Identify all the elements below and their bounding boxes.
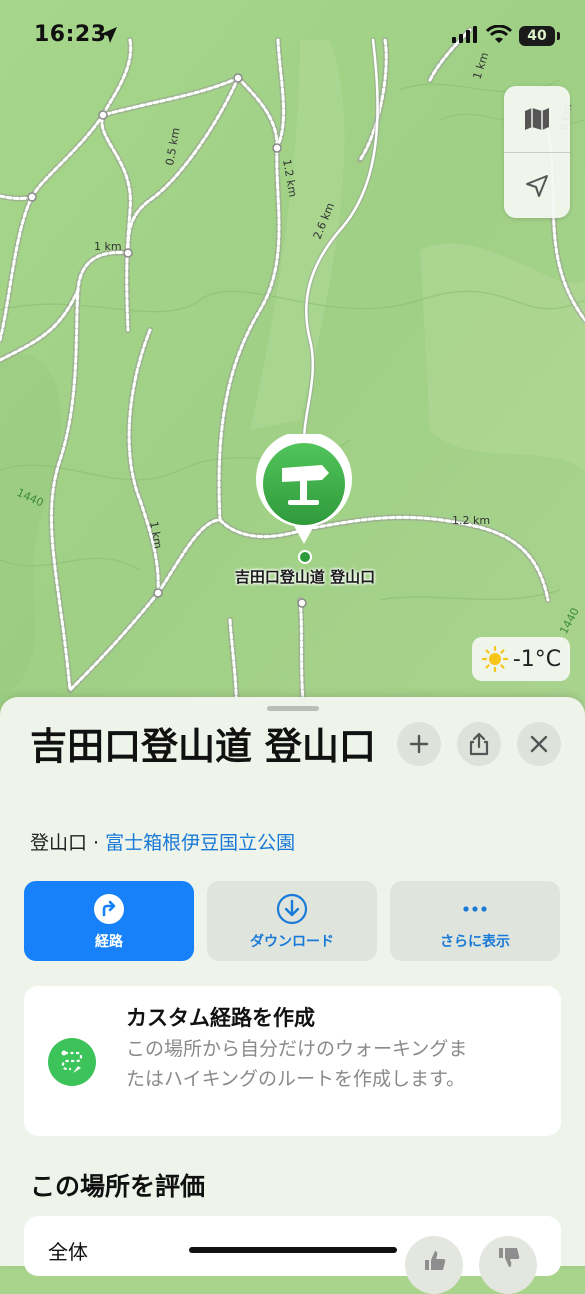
thumbs-up-icon	[425, 1251, 446, 1270]
battery-tip	[557, 32, 560, 40]
rating-card: 全体	[24, 1216, 561, 1294]
route-arrow-icon	[94, 894, 124, 924]
place-title: 吉田口登山道 登山口	[30, 725, 376, 768]
current-location-button[interactable]	[504, 153, 570, 219]
status-bar: 16:23 40	[0, 0, 585, 70]
custom-route-title: カスタム経路を作成	[126, 1006, 315, 1030]
distance-label: 1.2 km	[452, 514, 490, 527]
more-button[interactable]: さらに表示	[390, 881, 560, 961]
close-icon	[530, 735, 548, 753]
battery-indicator: 40	[519, 26, 555, 46]
share-button[interactable]	[457, 722, 501, 766]
sun-icon	[481, 645, 508, 673]
weather-badge: -1°C	[472, 637, 570, 681]
park-link[interactable]: 富士箱根伊豆国立公園	[105, 832, 295, 854]
temperature: -1°C	[512, 646, 562, 672]
map-controls	[504, 86, 570, 218]
more-icon	[463, 906, 487, 912]
distance-label: 1 km	[94, 240, 122, 253]
download-button[interactable]: ダウンロード	[207, 881, 377, 961]
sheet-grabber[interactable]	[267, 706, 319, 711]
trailhead-pin[interactable]	[254, 434, 354, 546]
wifi-icon	[486, 25, 512, 43]
separator: ·	[87, 832, 106, 854]
thumbs-down-button[interactable]	[479, 1236, 537, 1294]
home-indicator[interactable]	[189, 1247, 397, 1253]
place-category: 登山口	[30, 832, 88, 854]
directions-label: 経路	[95, 934, 123, 950]
overall-label: 全体	[48, 1240, 88, 1264]
clock: 16:23	[34, 22, 107, 47]
map-mode-button[interactable]	[504, 86, 570, 152]
place-subtitle: 登山口 · 富士箱根伊豆国立公園	[30, 828, 295, 855]
custom-route-description: この場所から自分だけのウォーキングまたはハイキングのルートを作成します。	[126, 1038, 468, 1090]
download-label: ダウンロード	[250, 934, 334, 950]
add-button[interactable]	[397, 722, 441, 766]
close-button[interactable]	[517, 722, 561, 766]
map-view[interactable]: 1 km 0.5 km 1.2 km 2.6 km 1 km 1 km 1.2 …	[0, 0, 585, 720]
map-icon	[525, 108, 549, 130]
place-sheet: 吉田口登山道 登山口 登山口 · 富士箱根伊豆国立公園 経路 ダウンロード さら…	[0, 697, 585, 1294]
rating-section-title: この場所を評価	[30, 1172, 206, 1201]
directions-button[interactable]: 経路	[24, 881, 194, 961]
more-label: さらに表示	[440, 934, 510, 950]
download-icon	[276, 893, 308, 925]
cellular-signal-icon	[452, 26, 477, 43]
custom-route-card[interactable]: カスタム経路を作成 この場所から自分だけのウォーキングまたはハイキングのルートを…	[24, 986, 561, 1136]
share-icon	[469, 732, 489, 756]
thumbs-up-button[interactable]	[405, 1236, 463, 1294]
location-arrow-icon	[101, 27, 117, 43]
pin-label: 吉田口登山道 登山口	[234, 568, 376, 586]
custom-route-icon	[48, 1038, 96, 1086]
location-arrow-icon	[526, 175, 548, 197]
thumbs-down-icon	[499, 1248, 520, 1267]
plus-icon	[409, 734, 429, 754]
